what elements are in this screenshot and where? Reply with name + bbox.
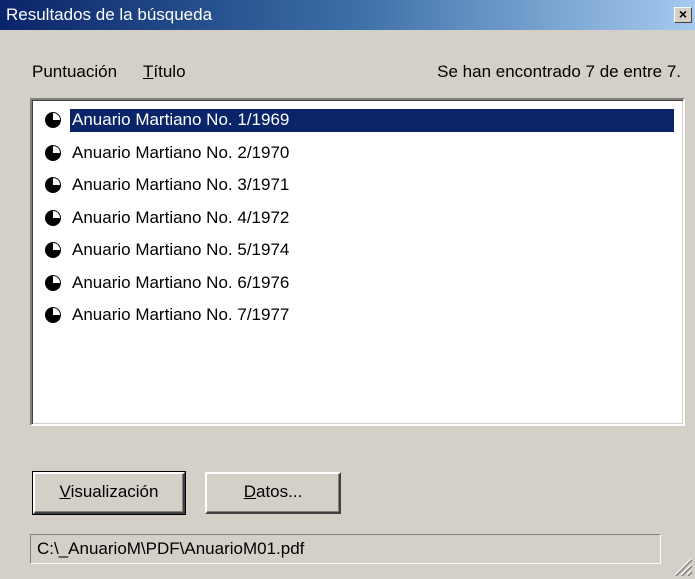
result-item-label: Anuario Martiano No. 5/1974 — [72, 240, 290, 259]
close-icon: × — [678, 6, 688, 22]
result-item[interactable]: Anuario Martiano No. 2/1970 — [44, 139, 674, 167]
title-mnemonic: T — [143, 62, 154, 81]
data-button[interactable]: Datos... — [205, 472, 341, 514]
result-item-label: Anuario Martiano No. 7/1977 — [72, 305, 290, 324]
data-mnemonic: D — [243, 482, 256, 501]
result-item-label: Anuario Martiano No. 1/1969 — [69, 108, 675, 133]
view-mnemonic: V — [59, 482, 71, 501]
result-item[interactable]: Anuario Martiano No. 5/1974 — [44, 236, 674, 264]
relevance-pie-icon — [45, 144, 61, 161]
result-item[interactable]: Anuario Martiano No. 7/1977 — [44, 301, 674, 329]
relevance-pie-icon — [45, 307, 61, 323]
result-item[interactable]: Anuario Martiano No. 3/1971 — [44, 171, 674, 199]
result-item-label: Anuario Martiano No. 3/1971 — [72, 175, 290, 194]
relevance-pie-icon — [45, 274, 61, 291]
view-button[interactable]: Visualización — [32, 471, 186, 515]
column-header-title[interactable]: Título — [143, 62, 186, 82]
relevance-pie-icon — [45, 177, 61, 193]
result-item[interactable]: Anuario Martiano No. 1/1969 — [44, 106, 675, 134]
relevance-pie-icon — [45, 209, 61, 226]
found-count-text: Se han encontrado 7 de entre 7. — [437, 62, 681, 81]
result-item[interactable]: Anuario Martiano No. 6/1976 — [44, 269, 674, 297]
result-item[interactable]: Anuario Martiano No. 4/1972 — [44, 204, 674, 232]
search-results-window: Resultados de la búsqueda × Puntuación T… — [0, 0, 695, 579]
results-header: Puntuación Título Se han encontrado 7 de… — [0, 62, 695, 86]
relevance-pie-icon — [45, 112, 61, 128]
status-bar: C:\_AnuarioM\PDF\AnuarioM01.pdf — [30, 534, 661, 564]
result-item-label: Anuario Martiano No. 4/1972 — [72, 207, 290, 227]
close-button[interactable]: × — [674, 7, 692, 23]
result-item-label: Anuario Martiano No. 6/1976 — [72, 272, 290, 292]
window-title: Resultados de la búsqueda — [6, 5, 213, 24]
title-bar[interactable]: Resultados de la búsqueda × — [0, 0, 695, 30]
resize-grip-icon[interactable] — [671, 555, 693, 577]
column-header-score[interactable]: Puntuación — [32, 62, 117, 82]
title-label-rest: ítulo — [153, 62, 186, 81]
results-list[interactable]: Anuario Martiano No. 1/1969 Anuario Marti… — [30, 98, 685, 426]
data-label-rest: atos... — [255, 482, 303, 501]
relevance-pie-icon — [45, 242, 61, 258]
result-item-label: Anuario Martiano No. 2/1970 — [72, 142, 290, 162]
view-label-rest: isualización — [70, 482, 159, 501]
